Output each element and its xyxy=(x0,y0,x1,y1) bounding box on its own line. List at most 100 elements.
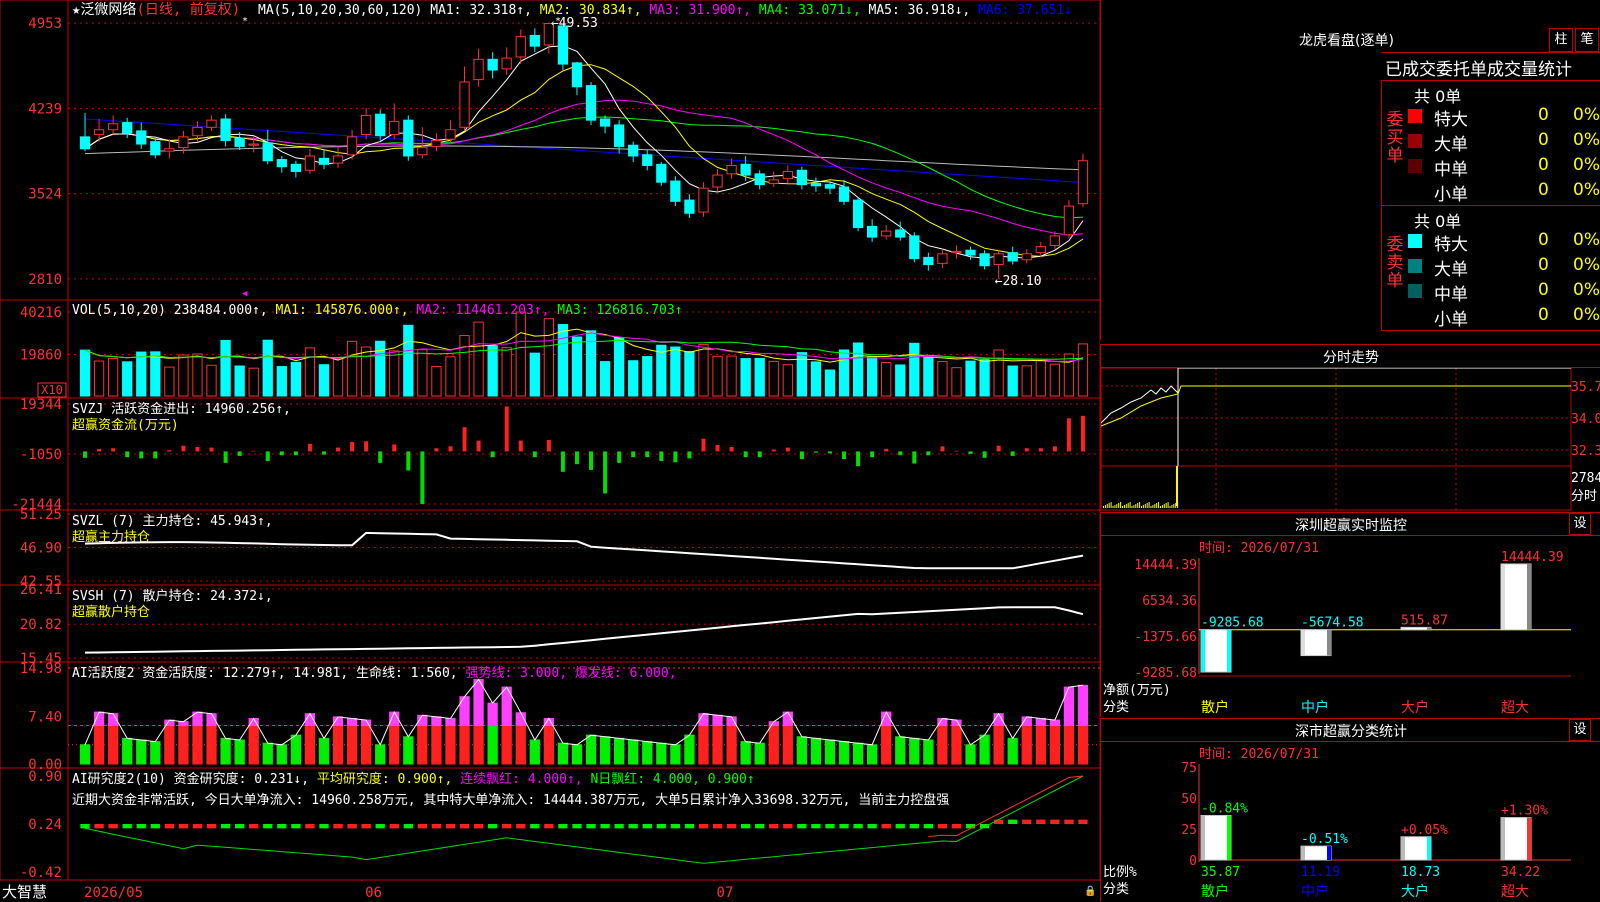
intraday-vol-bar xyxy=(1161,505,1163,508)
intraday-vol-bar xyxy=(1173,504,1175,508)
intraday-vol-bar xyxy=(1131,506,1133,508)
candle xyxy=(993,253,1004,266)
candle xyxy=(234,137,245,147)
intraday-panel[interactable]: 分时走势 35.72 34.02 32.32 27843 分时 xyxy=(1100,344,1600,511)
monitor-title: 深圳超赢实时监控 xyxy=(1295,518,1407,534)
classify-bar-group xyxy=(1300,845,1332,861)
classify-time: 时间: 2026/07/31 xyxy=(1199,747,1319,762)
fund-flow-bar xyxy=(125,451,130,458)
fund-flow-bar xyxy=(546,439,551,452)
activity-bar xyxy=(276,744,287,765)
research-bar xyxy=(825,824,835,829)
activity-bar xyxy=(614,737,625,765)
candle xyxy=(937,253,948,264)
fund-flow-bar xyxy=(251,450,256,452)
ma-line-4 xyxy=(84,116,1084,219)
fund-flow-bar xyxy=(307,443,312,452)
fund-flow-bar xyxy=(336,447,341,452)
activity-bar xyxy=(754,742,765,765)
research-bar xyxy=(783,824,793,829)
fund-flow-bar xyxy=(982,451,987,458)
panel-title: 龙虎看盘(逐单) xyxy=(1299,33,1394,49)
research-bar xyxy=(614,824,624,829)
intraday-chart[interactable]: 35.72 34.02 32.32 27843 分时 xyxy=(1101,368,1600,511)
header-part: N日飘红: 4.000, 0.900↑ xyxy=(583,771,755,787)
fund-flow-bar xyxy=(364,441,369,452)
activity-bar xyxy=(178,725,189,765)
monitor-settings-button[interactable]: 设 xyxy=(1569,513,1591,535)
activity-bar xyxy=(150,741,161,765)
volume-bar xyxy=(571,336,583,397)
volume-bar xyxy=(852,342,864,397)
swatch xyxy=(1408,234,1422,248)
fund-flow-bar xyxy=(898,451,903,456)
fund-flow-bar xyxy=(406,451,411,471)
sell-row-small: 小单 0 0% xyxy=(1434,305,1600,330)
research-bar xyxy=(389,824,399,829)
volume-bar xyxy=(431,366,442,397)
candle xyxy=(164,148,175,152)
tick-mode-button[interactable]: 笔 xyxy=(1575,28,1599,52)
volume-bar xyxy=(881,361,892,397)
volume-bar xyxy=(754,357,765,397)
activity-bar xyxy=(909,737,920,765)
research-bar xyxy=(951,824,962,829)
fund-flow-bar xyxy=(589,451,594,470)
activity-top-bar xyxy=(473,678,484,727)
fund-flow-bar xyxy=(378,451,383,463)
classify-settings-button[interactable]: 设 xyxy=(1569,719,1591,741)
candle xyxy=(768,179,779,184)
lock-icon: 🔒 xyxy=(1084,885,1096,897)
svzl-header: SVZL (7) 主力持仓: 45.943↑, xyxy=(72,514,273,529)
research-bar xyxy=(136,824,146,829)
research-bar xyxy=(769,824,779,829)
svzj-subtitle: 超赢资金流(万元) xyxy=(72,417,179,433)
volume-bar xyxy=(178,354,189,397)
classify-change-label: +1.30% xyxy=(1501,804,1548,819)
activity-bar xyxy=(304,725,316,765)
fund-flow-bar xyxy=(97,448,102,452)
activity-bar xyxy=(164,725,175,765)
activity-bar xyxy=(79,744,91,765)
candle xyxy=(192,126,203,137)
volume-bar xyxy=(136,351,147,397)
volume-bar xyxy=(993,349,1004,397)
candle xyxy=(375,113,386,137)
candle xyxy=(332,155,344,164)
intraday-vol-bar xyxy=(1141,506,1142,508)
activity-bar xyxy=(656,742,667,765)
volume-bar xyxy=(290,361,301,397)
classify-category-label: 散户 xyxy=(1201,883,1229,900)
candle xyxy=(923,256,934,266)
research-bar xyxy=(445,824,456,829)
research-bar xyxy=(361,824,371,829)
research-bar xyxy=(1064,819,1074,824)
intraday-vol-bar xyxy=(1114,505,1116,508)
intraday-price-tick: 32.32 xyxy=(1571,444,1600,459)
ma-line-1 xyxy=(84,45,1084,259)
low-price-annotation: ←28.10 xyxy=(995,274,1042,289)
classify-bar-edge xyxy=(1527,817,1531,860)
fund-flow-bar xyxy=(574,451,579,465)
activity-bar xyxy=(318,737,330,765)
activity-bar xyxy=(346,725,358,765)
activity-bar xyxy=(122,737,133,765)
activity-bar xyxy=(1077,725,1089,765)
candle xyxy=(965,249,976,256)
candle xyxy=(557,25,569,65)
volume-bar xyxy=(515,311,526,397)
candle xyxy=(93,129,105,135)
research-bar xyxy=(1036,819,1046,824)
bar-mode-button[interactable]: 柱 xyxy=(1549,28,1573,52)
fund-flow-bar xyxy=(434,448,439,452)
ai-tick-label: 14.98 xyxy=(20,661,62,677)
activity-bar xyxy=(192,725,203,765)
volume-bar xyxy=(628,360,639,397)
volume-bar xyxy=(122,361,133,397)
volume-bar xyxy=(585,330,597,397)
price-tick-label: 3524 xyxy=(28,187,62,203)
monitor-bar xyxy=(1500,563,1532,631)
candle xyxy=(389,120,400,135)
activity-bar xyxy=(1063,725,1075,765)
kline-chart-area[interactable]: 4953423935242810←49.53←28.10★泛微网络(日线, 前复… xyxy=(0,0,1100,900)
